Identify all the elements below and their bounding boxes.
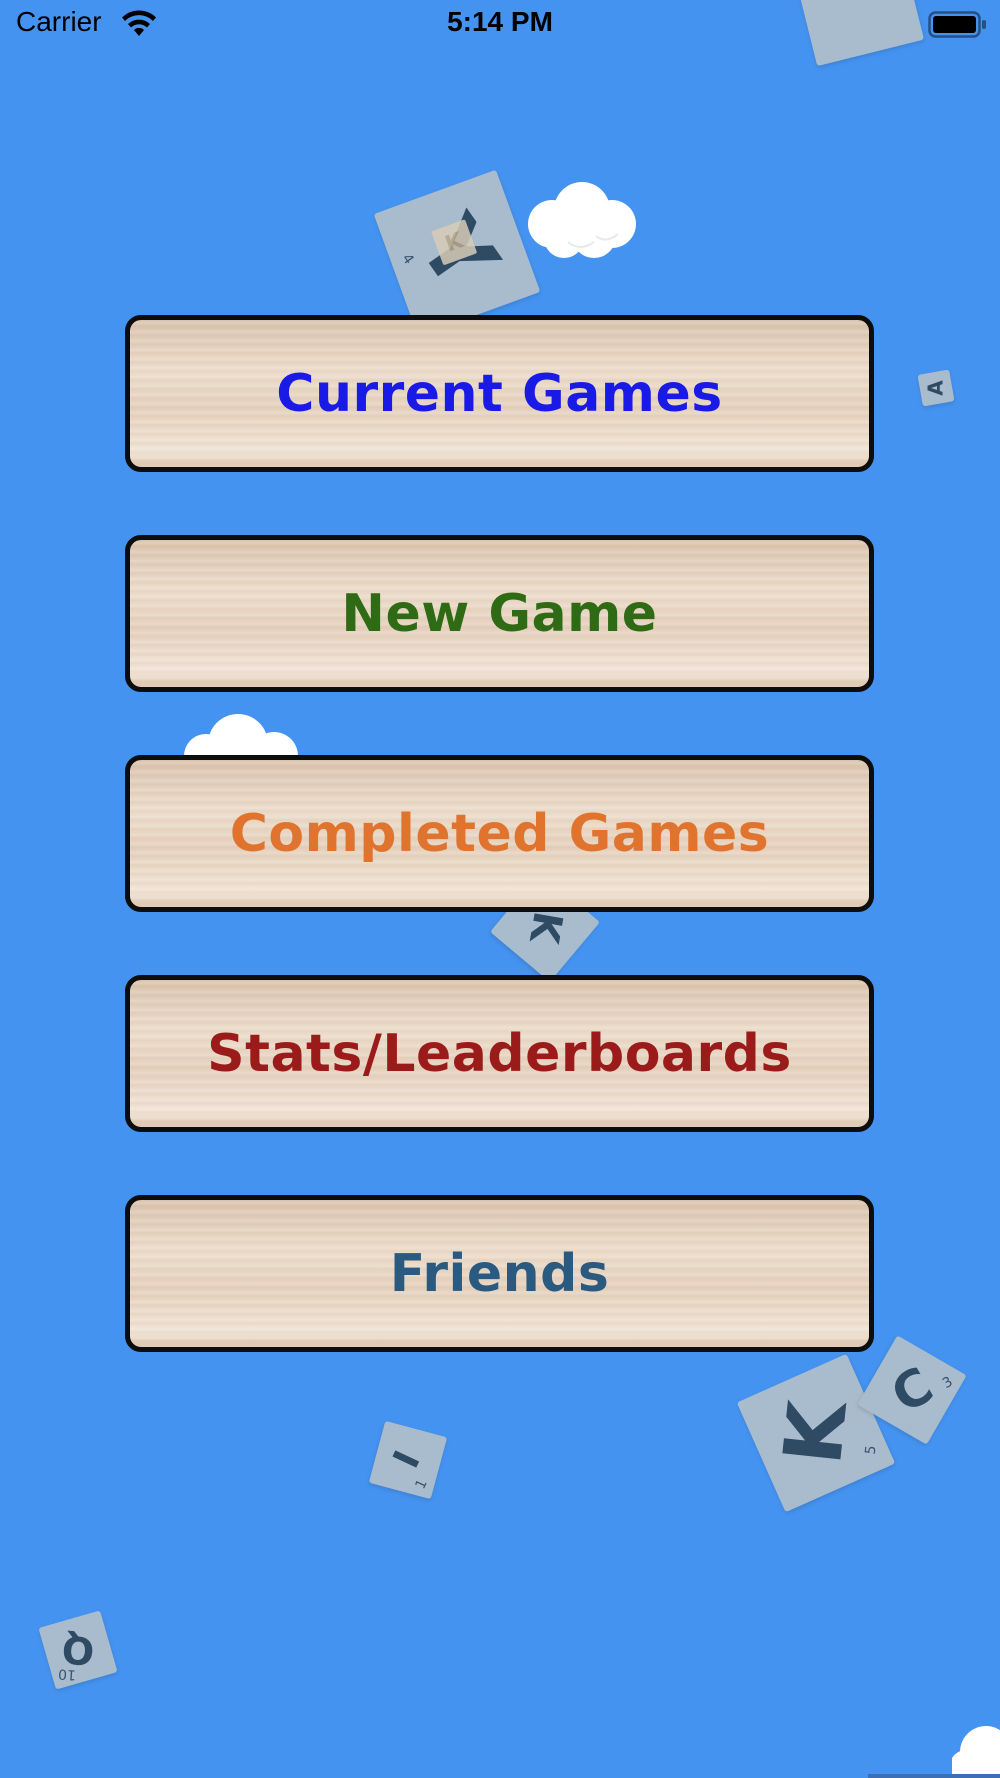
friends-label: Friends — [389, 1243, 610, 1304]
completed-games-button[interactable]: Completed Games — [125, 755, 874, 912]
home-indicator — [868, 1774, 1000, 1778]
stats-leaderboards-label: Stats/Leaderboards — [207, 1023, 792, 1084]
letter-tile-a: A — [917, 369, 955, 407]
cloud-top — [528, 182, 636, 258]
battery-icon — [928, 11, 986, 38]
letter-tile-y: Y 4 K — [373, 169, 541, 337]
new-game-label: New Game — [341, 583, 658, 644]
new-game-button[interactable]: New Game — [125, 535, 874, 692]
completed-games-label: Completed Games — [229, 803, 770, 864]
letter-tile-i: I 1 — [368, 1420, 448, 1500]
letter-tile-q: Q 10 — [38, 1610, 118, 1690]
cloud-bottom-right — [952, 1726, 1000, 1778]
stats-leaderboards-button[interactable]: Stats/Leaderboards — [125, 975, 874, 1132]
current-games-button[interactable]: Current Games — [125, 315, 874, 472]
letter-tile-top-right — [797, 0, 925, 67]
friends-button[interactable]: Friends — [125, 1195, 874, 1352]
current-games-label: Current Games — [276, 363, 723, 424]
